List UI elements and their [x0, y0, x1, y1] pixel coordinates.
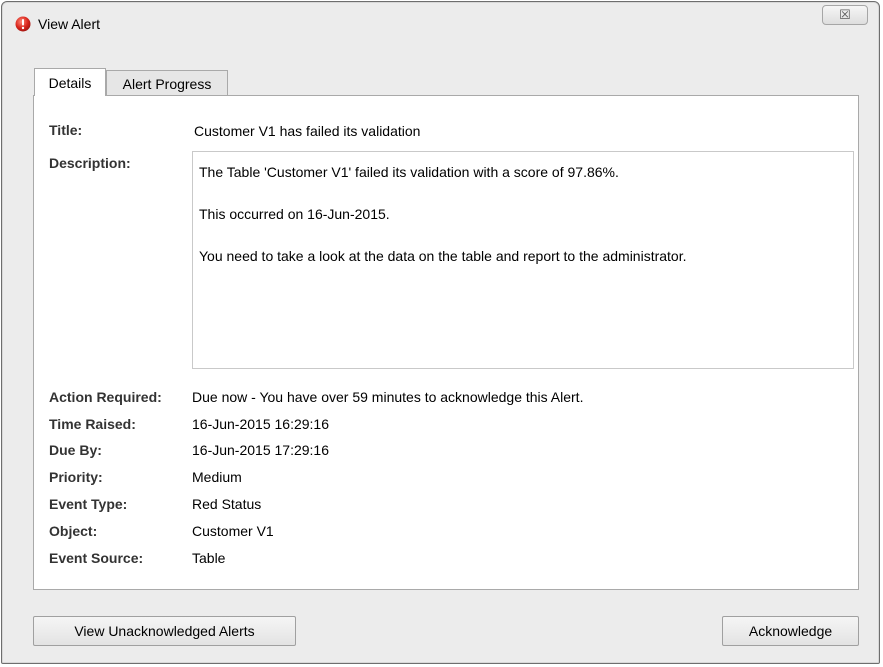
- priority-label: Priority:: [49, 469, 103, 485]
- time-raised-label: Time Raised:: [49, 416, 136, 432]
- object-label: Object:: [49, 523, 98, 539]
- description-line: The Table 'Customer V1' failed its valid…: [199, 164, 619, 180]
- priority-value: Medium: [192, 469, 242, 485]
- action-required-label: Action Required:: [49, 389, 162, 405]
- event-type-label: Event Type:: [49, 496, 128, 512]
- view-alert-dialog: View Alert ☒ Details Alert Progress Titl…: [1, 1, 880, 664]
- details-panel: Title: Customer V1 has failed its valida…: [33, 95, 859, 590]
- due-by-label: Due By:: [49, 442, 102, 458]
- event-source-label: Event Source:: [49, 550, 144, 566]
- view-unacknowledged-alerts-label: View Unacknowledged Alerts: [74, 623, 255, 639]
- due-by-value: 16-Jun-2015 17:29:16: [192, 442, 329, 458]
- event-source-value: Table: [192, 550, 226, 566]
- action-required-value: Due now - You have over 59 minutes to ac…: [192, 389, 584, 405]
- close-icon: ☒: [839, 7, 851, 22]
- title-bar: View Alert ☒: [2, 2, 879, 42]
- description-line: You need to take a look at the data on t…: [199, 248, 687, 264]
- event-type-value: Red Status: [192, 496, 262, 512]
- description-label: Description:: [49, 155, 131, 171]
- tab-alert-progress-label: Alert Progress: [122, 75, 212, 92]
- description-line: This occurred on 16-Jun-2015.: [199, 206, 390, 222]
- title-value: Customer V1 has failed its validation: [194, 123, 421, 139]
- description-box[interactable]: The Table 'Customer V1' failed its valid…: [192, 151, 854, 369]
- acknowledge-button[interactable]: Acknowledge: [722, 616, 859, 646]
- time-raised-value: 16-Jun-2015 16:29:16: [192, 416, 329, 432]
- alert-icon: [15, 16, 31, 32]
- tab-details-label: Details: [48, 74, 92, 91]
- title-label: Title:: [49, 122, 83, 138]
- tab-alert-progress[interactable]: Alert Progress: [106, 70, 228, 96]
- acknowledge-label: Acknowledge: [748, 623, 833, 639]
- view-unacknowledged-alerts-button[interactable]: View Unacknowledged Alerts: [33, 616, 296, 646]
- close-button[interactable]: ☒: [822, 5, 868, 25]
- tab-details[interactable]: Details: [34, 68, 106, 96]
- dialog-title: View Alert: [38, 16, 100, 32]
- object-value: Customer V1: [192, 523, 274, 539]
